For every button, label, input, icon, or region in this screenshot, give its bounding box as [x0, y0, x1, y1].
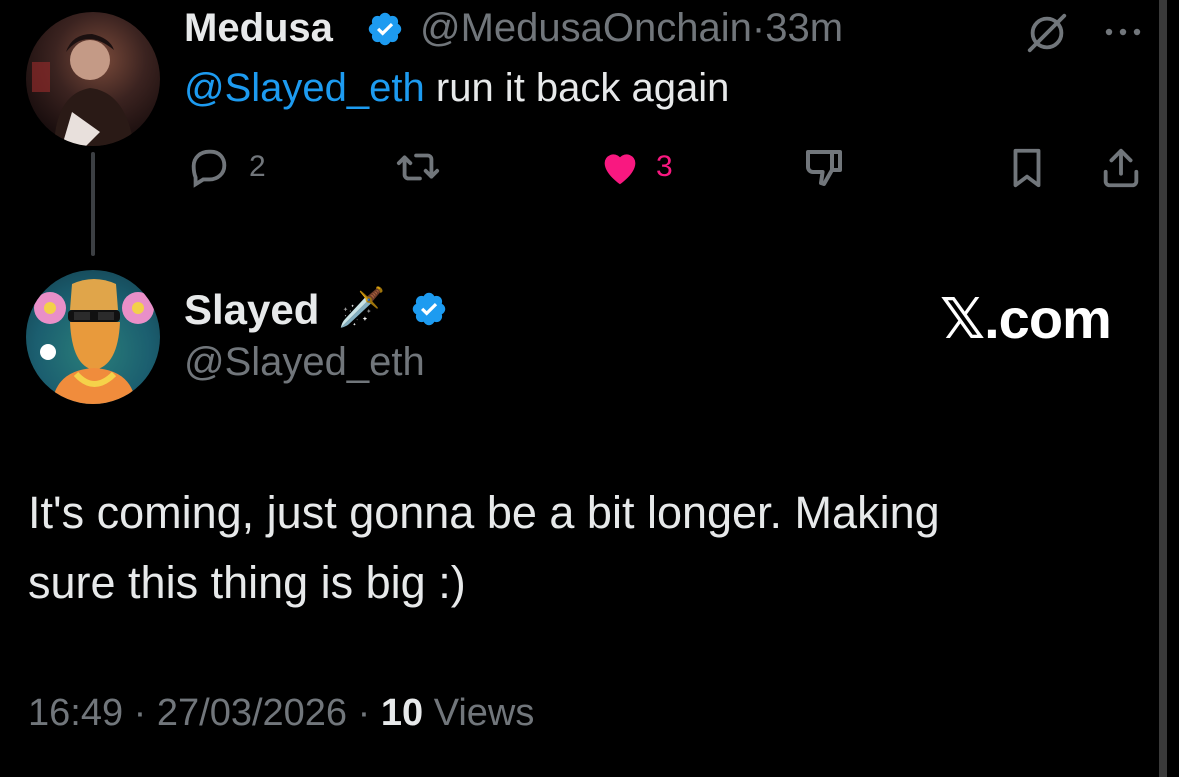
reply-text: @Slayed_eth run it back again	[184, 66, 729, 111]
tweet-text-line-2: sure this thing is big :)	[28, 557, 466, 608]
tweet-meta: 16:49 · 27/03/2026 · 10 Views	[28, 692, 534, 735]
dagger-emoji: 🗡️	[338, 287, 386, 329]
reply-author-name[interactable]: Medusa	[184, 6, 333, 51]
scrollbar[interactable]	[1159, 0, 1167, 777]
tweet-text: It's coming, just gonna be a bit longer.…	[28, 478, 1128, 618]
reply-author-handle[interactable]: @MedusaOnchain	[420, 6, 752, 50]
reply-mention-link[interactable]: @Slayed_eth	[184, 66, 425, 110]
meta-dot: ·	[357, 692, 371, 734]
tweet-time[interactable]: 16:49	[28, 692, 123, 734]
grok-icon[interactable]	[1024, 10, 1070, 56]
reply-text-body: run it back again	[424, 66, 730, 110]
thread-connector-line	[91, 152, 95, 256]
reply-time-ago[interactable]: 33m	[765, 6, 843, 50]
avatar-slayed-image	[34, 279, 154, 404]
tweet-text-line-1: It's coming, just gonna be a bit longer.…	[28, 487, 940, 538]
repost-icon[interactable]	[394, 144, 442, 190]
reply-icon[interactable]	[186, 144, 232, 190]
verified-badge-icon	[368, 12, 402, 46]
avatar-slayed[interactable]	[26, 270, 160, 404]
share-icon[interactable]	[1098, 144, 1144, 192]
avatar-medusa[interactable]	[26, 12, 160, 146]
reply-count: 2	[249, 150, 266, 183]
x-com-brand: 𝕏.com	[940, 287, 1112, 350]
avatar-medusa-image	[32, 34, 134, 146]
more-options-icon[interactable]	[1100, 22, 1146, 42]
tweet-author-handle[interactable]: @Slayed_eth	[184, 340, 425, 385]
like-count: 3	[656, 150, 673, 183]
separator-dot: ·	[751, 6, 766, 50]
views-label: Views	[433, 692, 535, 734]
tweet-author-name[interactable]: Slayed	[184, 286, 319, 334]
like-icon[interactable]	[596, 144, 644, 190]
downvote-icon[interactable]	[800, 144, 848, 192]
views-count: 10	[380, 692, 424, 734]
bookmark-icon[interactable]	[1004, 144, 1050, 192]
meta-dot: ·	[133, 692, 147, 734]
verified-badge-icon	[412, 292, 446, 326]
tweet-date[interactable]: 27/03/2026	[157, 692, 347, 734]
